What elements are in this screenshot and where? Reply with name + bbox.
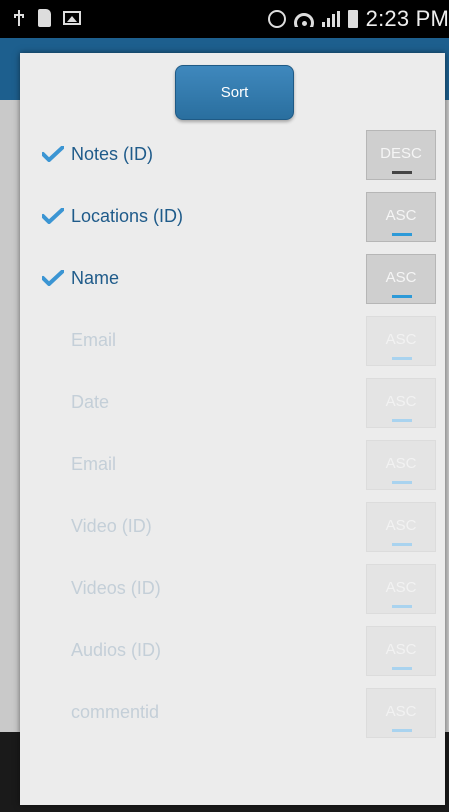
toggle-indicator [392, 605, 412, 608]
sort-field-row[interactable]: Videos (ID) ASC [20, 564, 445, 614]
sort-field-label: Audios (ID) [71, 640, 162, 660]
sort-order-toggle[interactable]: ASC [366, 192, 436, 242]
sort-order-label: ASC [385, 455, 417, 472]
sort-order-label: ASC [385, 207, 417, 224]
checkmark-icon [42, 146, 64, 162]
sort-button[interactable]: Sort [175, 65, 294, 120]
toggle-indicator [392, 543, 412, 546]
toggle-indicator [392, 171, 412, 174]
sort-field-row[interactable]: Locations (ID) ASC [20, 192, 445, 242]
toggle-indicator [392, 481, 412, 484]
sort-order-toggle[interactable]: ASC [366, 564, 436, 614]
sort-order-label: ASC [385, 579, 417, 596]
toggle-indicator [392, 667, 412, 670]
checkmark-icon [42, 270, 64, 286]
wifi-icon [293, 11, 314, 27]
sort-field-row[interactable]: Video (ID) ASC [20, 502, 445, 552]
sort-order-toggle[interactable]: ASC [366, 378, 436, 428]
sort-order-toggle[interactable]: ASC [366, 316, 436, 366]
status-bar: 2:23 PM [0, 0, 449, 38]
toggle-indicator [392, 295, 412, 298]
sort-field-label: Email [71, 330, 117, 350]
toggle-indicator [392, 419, 412, 422]
checkmark-icon [42, 208, 64, 224]
sort-field-row[interactable]: Notes (ID) DESC [20, 130, 445, 180]
sort-field-label: Date [71, 392, 110, 412]
sort-order-toggle[interactable]: DESC [366, 130, 436, 180]
sort-order-label: ASC [385, 393, 417, 410]
sort-order-label: ASC [385, 517, 417, 534]
sort-field-row[interactable]: Name ASC [20, 254, 445, 304]
sort-field-label: Notes (ID) [71, 144, 154, 164]
sort-field-row[interactable]: Audios (ID) ASC [20, 626, 445, 676]
sort-order-label: ASC [385, 269, 417, 286]
sort-field-label: commentid [71, 702, 160, 722]
sort-field-label: Video (ID) [71, 516, 152, 536]
sort-order-label: ASC [385, 641, 417, 658]
sort-field-row[interactable]: commentid ASC [20, 688, 445, 738]
sd-card-icon [38, 9, 51, 27]
sort-order-label: DESC [380, 145, 422, 162]
sort-field-row[interactable]: Email ASC [20, 440, 445, 490]
alarm-icon [267, 10, 286, 28]
toggle-indicator [392, 729, 412, 732]
sort-order-toggle[interactable]: ASC [366, 626, 436, 676]
usb-icon [12, 8, 26, 28]
sort-order-toggle[interactable]: ASC [366, 688, 436, 738]
sort-dialog: Sort Notes (ID) DESC Locations (ID) ASC Name… [20, 53, 445, 805]
sort-field-label: Email [71, 454, 117, 474]
sort-order-toggle[interactable]: ASC [366, 502, 436, 552]
sort-order-toggle[interactable]: ASC [366, 440, 436, 490]
sort-order-label: ASC [385, 703, 417, 720]
sort-field-row[interactable]: Email ASC [20, 316, 445, 366]
sort-field-label: Videos (ID) [71, 578, 161, 598]
sort-field-label: Name [71, 268, 120, 288]
sort-field-label: Locations (ID) [71, 206, 184, 226]
status-icons-right: 2:23 PM [267, 6, 449, 32]
signal-icon [321, 11, 340, 27]
sort-order-label: ASC [385, 331, 417, 348]
battery-icon [347, 10, 358, 28]
status-icons-left [12, 8, 81, 28]
image-icon [63, 11, 81, 25]
toggle-indicator [392, 357, 412, 360]
status-time: 2:23 PM [365, 6, 449, 31]
sort-field-row[interactable]: Date ASC [20, 378, 445, 428]
toggle-indicator [392, 233, 412, 236]
sort-order-toggle[interactable]: ASC [366, 254, 436, 304]
